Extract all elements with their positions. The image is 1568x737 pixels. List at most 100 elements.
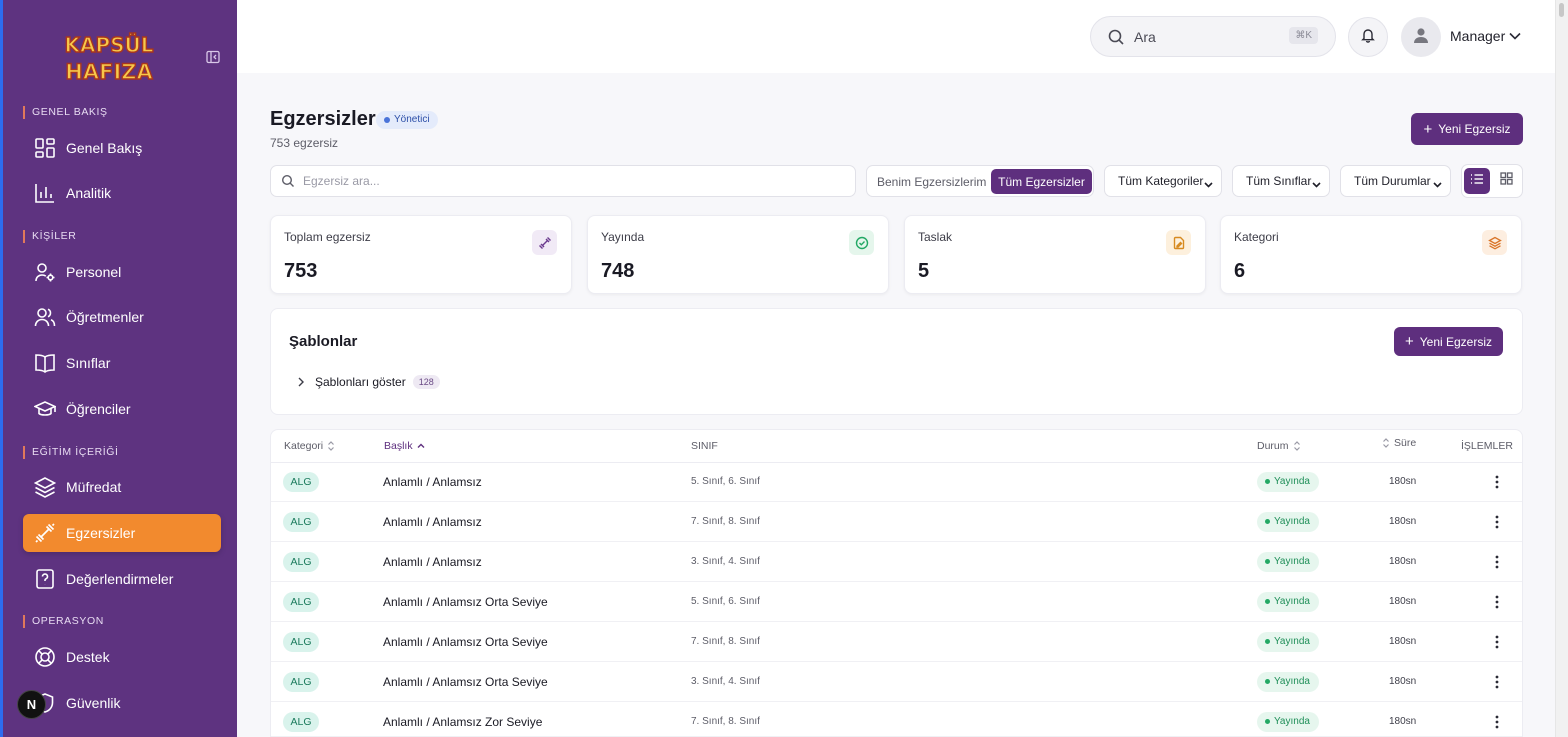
kapsul-hafiza-logo[interactable]: KAPSÜL HAFIZA — [61, 26, 157, 88]
sidebar-item-classes[interactable]: Sınıflar — [23, 344, 221, 382]
top-header: Ara ⌘K Manager — [237, 0, 1555, 73]
sidebar-item-label: Sınıflar — [66, 355, 111, 371]
sidebar-item-label: Müfredat — [66, 479, 122, 495]
exercise-title[interactable]: Anlamlı / Anlamsız — [383, 515, 482, 529]
page-scrollbar[interactable] — [1555, 0, 1568, 737]
layers-icon — [1482, 230, 1507, 255]
section-label-overview: GENEL BAKIŞ — [23, 106, 108, 119]
sidebar-item-analytics[interactable]: Analitik — [23, 174, 221, 212]
more-vertical-icon[interactable] — [1491, 593, 1503, 611]
more-vertical-icon[interactable] — [1491, 513, 1503, 531]
sidebar-item-security[interactable]: Güvenlik — [23, 684, 221, 722]
user-icon — [1412, 26, 1430, 49]
exercise-title[interactable]: Anlamlı / Anlamsız Orta Seviye — [383, 595, 548, 609]
status-badge: Yayında — [1257, 552, 1319, 572]
template-new-exercise-button[interactable]: + Yeni Egzersiz — [1394, 327, 1503, 356]
exercise-search-input[interactable]: Egzersiz ara... — [270, 165, 856, 197]
more-vertical-icon[interactable] — [1491, 553, 1503, 571]
list-view-button[interactable] — [1464, 168, 1490, 194]
exercise-count: 753 egzersiz — [270, 136, 339, 150]
more-vertical-icon[interactable] — [1491, 633, 1503, 651]
exercise-title[interactable]: Anlamlı / Anlamsız Orta Seviye — [383, 635, 548, 649]
status-filter-value: Tüm Durumlar — [1354, 174, 1431, 188]
sidebar-item-teachers[interactable]: Öğretmenler — [23, 298, 221, 336]
column-header-title[interactable]: Başlık — [384, 440, 425, 452]
chevron-down-icon — [1312, 178, 1321, 188]
table-row[interactable]: ALG Anlamlı / Anlamsız Orta Seviye 3. Sı… — [271, 662, 1522, 702]
stat-label: Taslak — [918, 230, 953, 244]
column-header-actions: İŞLEMLER — [1461, 440, 1513, 452]
button-label: Yeni Egzersiz — [1419, 334, 1493, 349]
exercise-title[interactable]: Anlamlı / Anlamsız Orta Seviye — [383, 675, 548, 689]
sidebar-item-students[interactable]: Öğrenciler — [23, 390, 221, 428]
table-row[interactable]: ALG Anlamlı / Anlamsız 5. Sınıf, 6. Sını… — [271, 462, 1522, 502]
exercise-classes: 5. Sınıf, 6. Sınıf — [691, 596, 760, 607]
sort-icon — [1382, 438, 1390, 448]
user-cog-icon — [34, 261, 56, 283]
table-row[interactable]: ALG Anlamlı / Anlamsız 7. Sınıf, 8. Sını… — [271, 502, 1522, 542]
new-exercise-button[interactable]: + Yeni Egzersiz — [1411, 113, 1523, 145]
class-filter-value: Tüm Sınıflar — [1246, 174, 1312, 188]
svg-text:KAPSÜL: KAPSÜL — [64, 33, 153, 57]
status-badge: Yayında — [1257, 592, 1319, 612]
exercise-title[interactable]: Anlamlı / Anlamsız — [383, 555, 482, 569]
category-tag: ALG — [283, 512, 319, 532]
tab-all-exercises[interactable]: Tüm Egzersizler — [991, 169, 1092, 194]
avatar[interactable] — [1401, 17, 1441, 57]
sidebar-item-label: Güvenlik — [66, 695, 121, 711]
search-icon — [1107, 28, 1125, 46]
section-label-operations: OPERASYON — [23, 615, 104, 628]
exercise-classes: 7. Sınıf, 8. Sınıf — [691, 636, 760, 647]
sidebar-item-staff[interactable]: Personel — [23, 253, 221, 291]
table-row[interactable]: ALG Anlamlı / Anlamsız 3. Sınıf, 4. Sını… — [271, 542, 1522, 582]
sidebar-item-label: Öğretmenler — [66, 309, 144, 325]
column-header-duration[interactable]: Süre — [1382, 437, 1416, 449]
column-header-label: Süre — [1394, 437, 1417, 449]
search-placeholder: Egzersiz ara... — [303, 174, 380, 188]
column-header-label: Kategori — [284, 440, 324, 452]
more-vertical-icon[interactable] — [1491, 673, 1503, 691]
chevron-down-icon — [1204, 178, 1213, 188]
open-book-icon — [34, 352, 56, 374]
sidebar-item-assessments[interactable]: Değerlendirmeler — [23, 560, 221, 598]
category-filter[interactable]: Tüm Kategoriler — [1104, 165, 1222, 197]
stat-label: Yayında — [601, 230, 645, 244]
tab-my-exercises[interactable]: Benim Egzersizlerim — [877, 175, 986, 189]
sidebar-item-label: Egzersizler — [66, 525, 136, 541]
category-tag: ALG — [283, 712, 319, 732]
dumbbell-icon — [532, 230, 557, 255]
exercise-title[interactable]: Anlamlı / Anlamsız Zor Seviye — [383, 715, 542, 729]
column-header-status[interactable]: Durum — [1257, 440, 1301, 452]
chevron-down-icon[interactable] — [1508, 29, 1522, 43]
graduation-cap-icon — [34, 398, 56, 420]
scrollbar-thumb[interactable] — [1559, 3, 1564, 17]
sidebar-item-support[interactable]: Destek — [23, 638, 221, 676]
table-row[interactable]: ALG Anlamlı / Anlamsız Orta Seviye 5. Sı… — [271, 582, 1522, 622]
table-row[interactable]: ALG Anlamlı / Anlamsız Zor Seviye 7. Sın… — [271, 702, 1522, 737]
sidebar-collapse-icon[interactable] — [205, 49, 221, 65]
bell-icon — [1360, 27, 1376, 48]
sidebar-item-overview[interactable]: Genel Bakış — [23, 129, 221, 167]
more-vertical-icon[interactable] — [1491, 473, 1503, 491]
dev-tools-badge[interactable]: N — [17, 690, 46, 719]
grid-view-button[interactable] — [1494, 168, 1518, 194]
column-header-category[interactable]: Kategori — [284, 440, 335, 452]
sidebar-item-exercises[interactable]: Egzersizler — [23, 514, 221, 552]
notifications-button[interactable] — [1348, 17, 1388, 57]
class-filter[interactable]: Tüm Sınıflar — [1232, 165, 1330, 197]
stat-label: Kategori — [1234, 230, 1279, 244]
global-search[interactable]: Ara ⌘K — [1090, 16, 1336, 57]
status-badge: Yayında — [1257, 672, 1319, 692]
status-filter[interactable]: Tüm Durumlar — [1340, 165, 1451, 197]
more-vertical-icon[interactable] — [1491, 713, 1503, 731]
table-row[interactable]: ALG Anlamlı / Anlamsız Orta Seviye 7. Sı… — [271, 622, 1522, 662]
page-title: Egzersizler — [270, 108, 376, 130]
sidebar-item-curriculum[interactable]: Müfredat — [23, 468, 221, 506]
show-templates-toggle[interactable]: Şablonları göster 128 — [296, 375, 440, 389]
category-filter-value: Tüm Kategoriler — [1118, 174, 1204, 188]
exercise-title[interactable]: Anlamlı / Anlamsız — [383, 475, 482, 489]
search-icon — [281, 174, 295, 188]
user-name[interactable]: Manager — [1450, 28, 1505, 44]
life-buoy-icon — [34, 646, 56, 668]
help-card-icon — [34, 568, 56, 590]
